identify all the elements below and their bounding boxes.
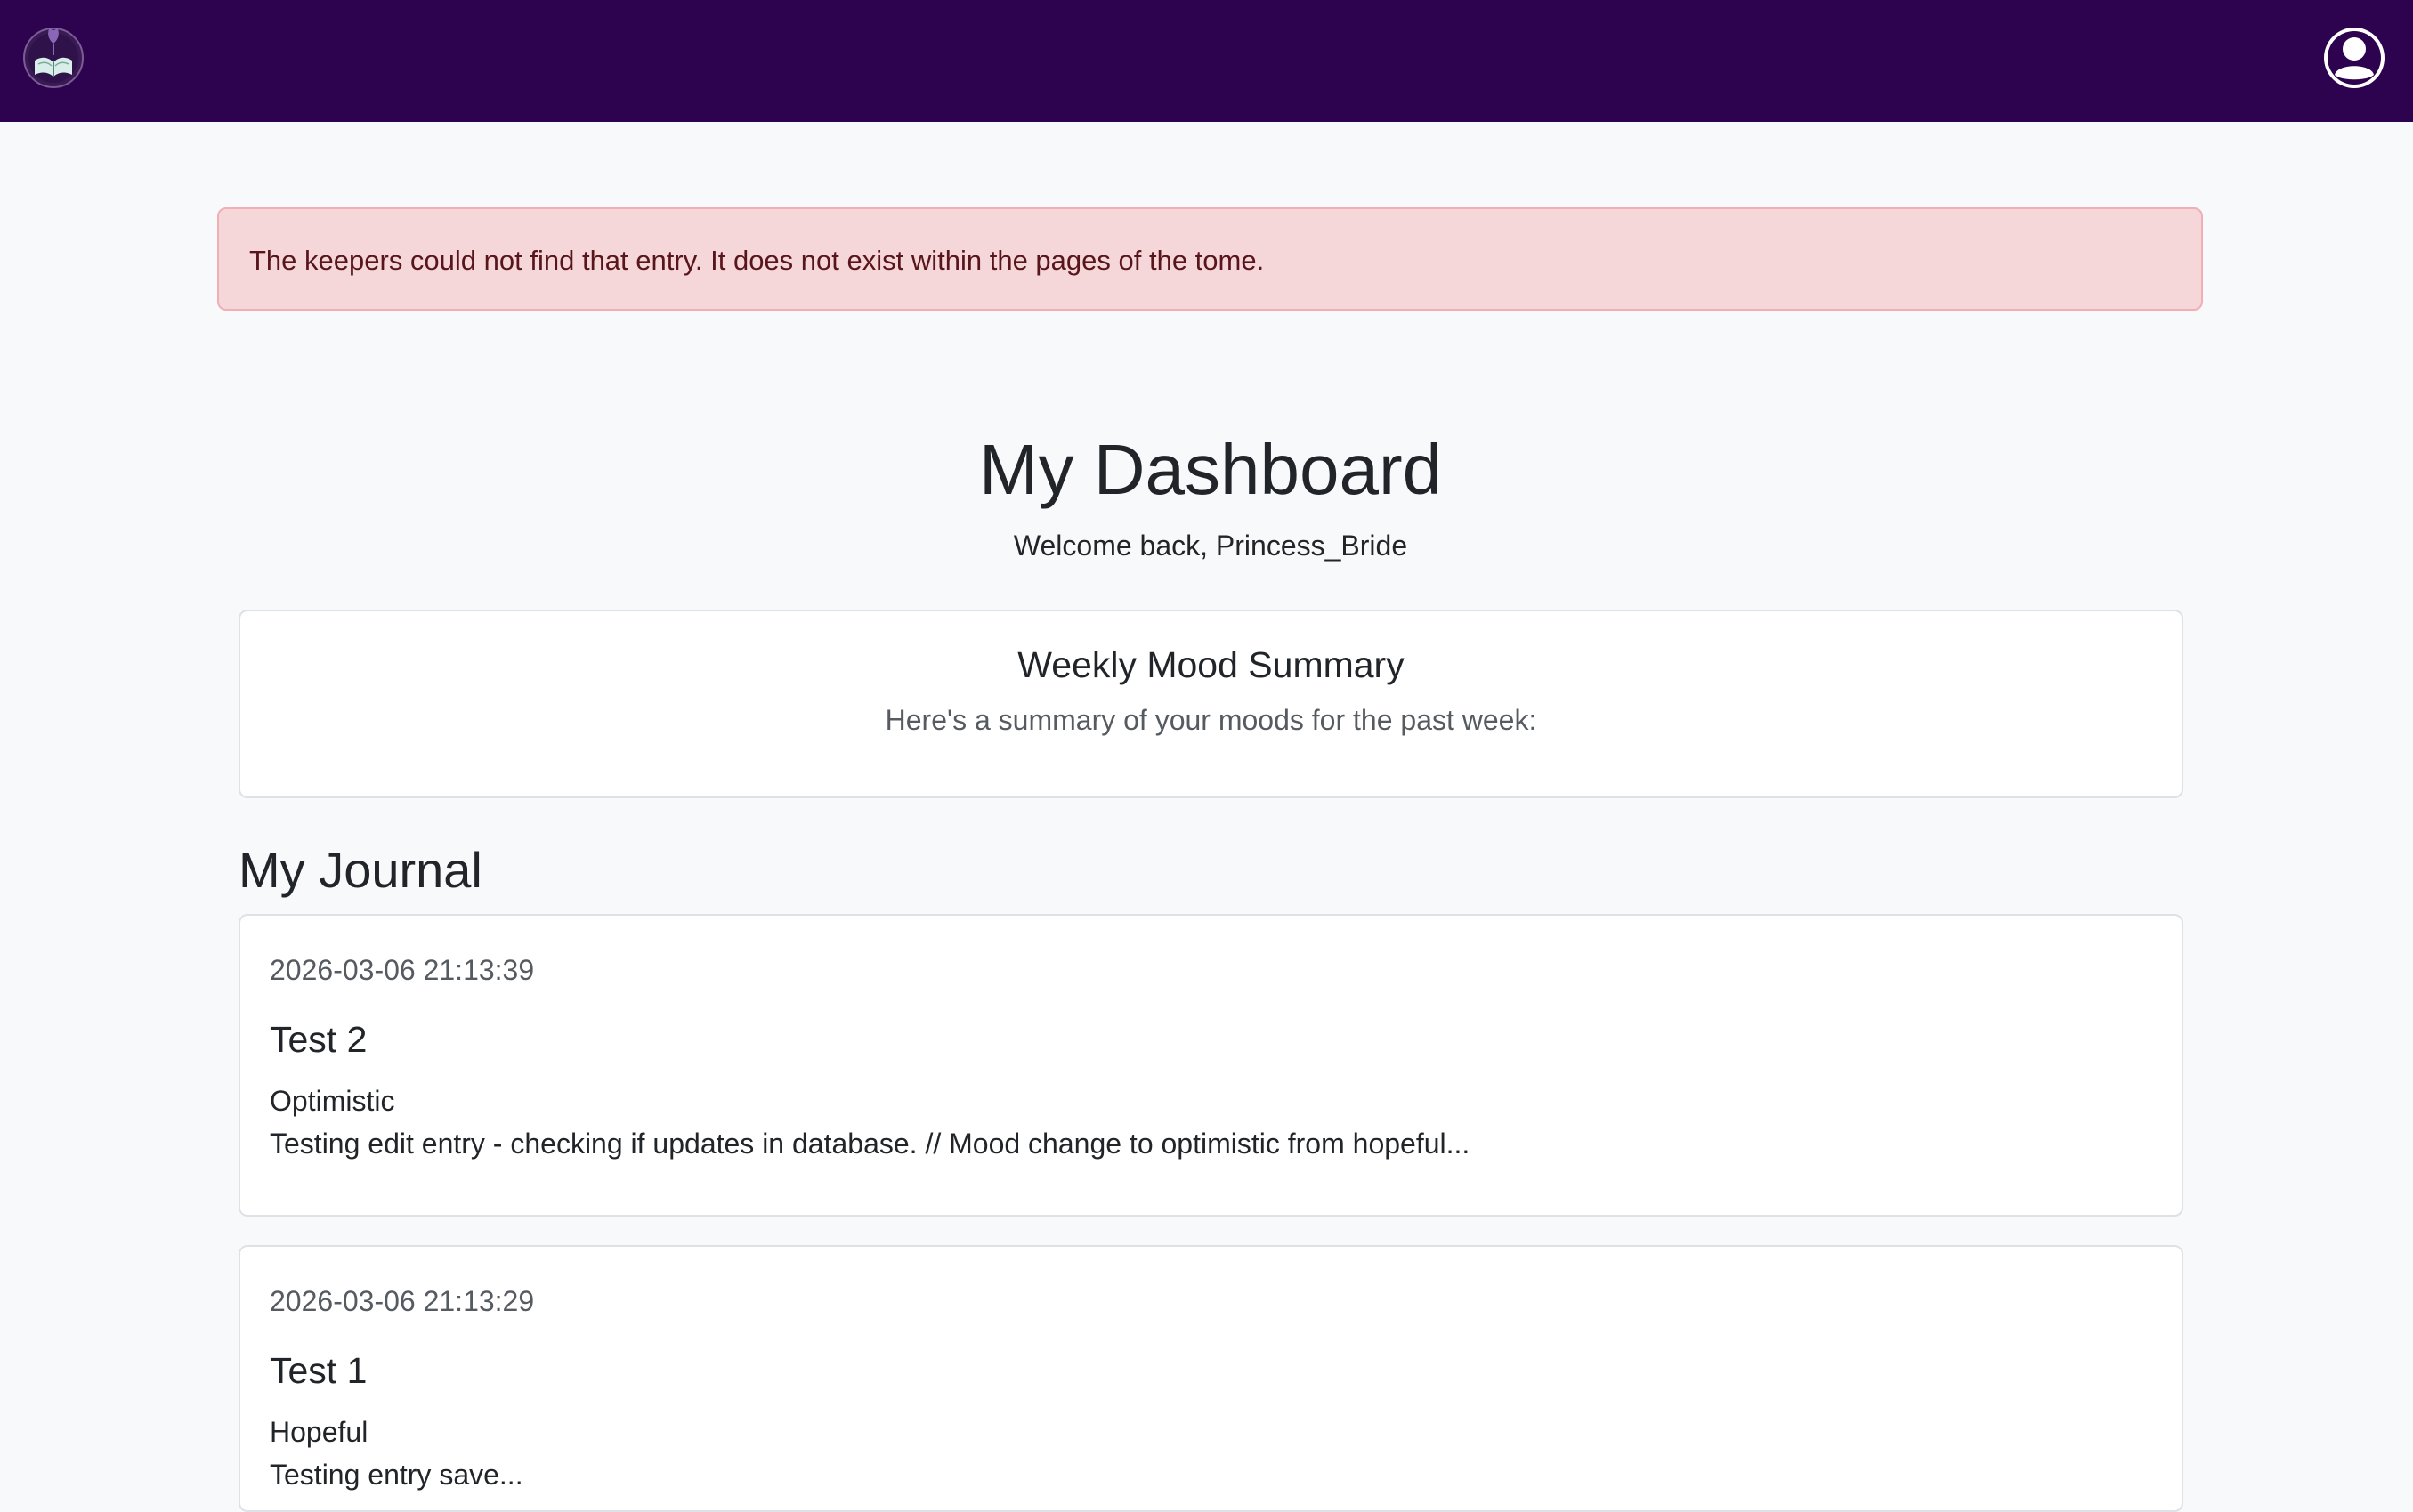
entry-excerpt: Testing entry save... <box>270 1459 523 1491</box>
entry-mood: Optimistic <box>270 1085 395 1117</box>
book-lotus-logo[interactable] <box>22 20 85 88</box>
page-title: My Dashboard <box>978 430 1443 509</box>
journal-entry-card[interactable]: 2026-03-06 21:13:29 Test 1 Hopeful Testi… <box>239 1245 2183 1512</box>
mood-summary-subtitle: Here's a summary of your moods for the p… <box>885 704 1537 736</box>
entry-not-found-alert: The keepers could not find that entry. I… <box>217 207 2203 311</box>
user-avatar-icon[interactable] <box>2321 25 2387 91</box>
journal-entry-card[interactable]: 2026-03-06 21:13:39 Test 2 Optimistic Te… <box>239 914 2183 1217</box>
entry-date: 2026-03-06 21:13:29 <box>270 1285 535 1317</box>
journal-heading: My Journal <box>239 842 482 898</box>
entry-mood: Hopeful <box>270 1416 368 1448</box>
top-navbar <box>0 0 2413 122</box>
mood-summary-title: Weekly Mood Summary <box>1017 644 1405 685</box>
entry-date: 2026-03-06 21:13:39 <box>270 954 535 986</box>
entry-title[interactable]: Test 1 <box>270 1347 367 1394</box>
entry-excerpt: Testing edit entry - checking if updates… <box>270 1128 1470 1160</box>
entry-title[interactable]: Test 2 <box>270 1016 367 1063</box>
weekly-mood-summary-card: Weekly Mood Summary Here's a summary of … <box>239 610 2183 798</box>
welcome-message: Welcome back, Princess_Bride <box>1013 530 1408 562</box>
